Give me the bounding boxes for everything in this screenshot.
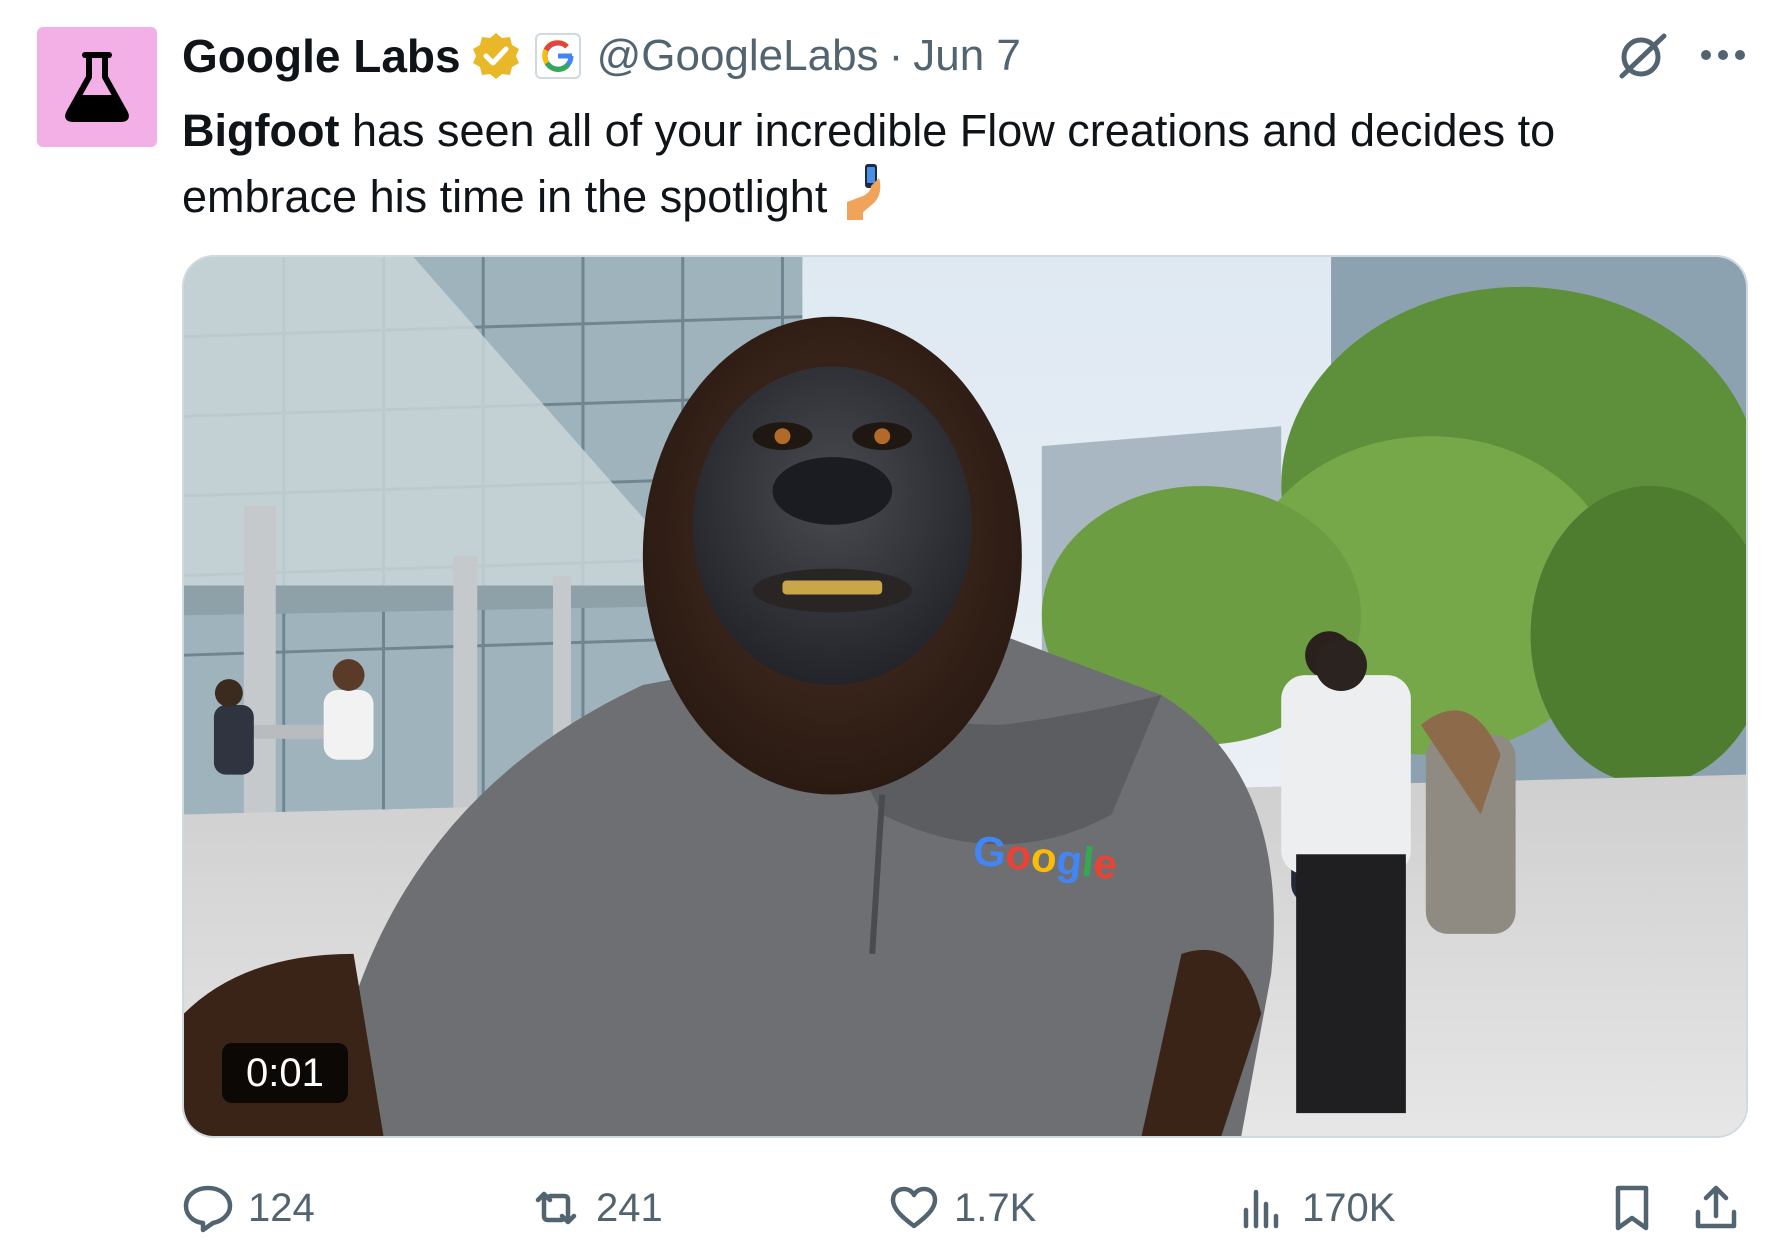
- like-count: 1.7K: [954, 1185, 1037, 1230]
- reply-icon: [183, 1185, 233, 1233]
- avatar[interactable]: [37, 27, 157, 147]
- tweet-text: Bigfoot has seen all of your incredible …: [182, 100, 1722, 228]
- google-g-icon[interactable]: [534, 33, 581, 79]
- tweet-text-rest: has seen all of your incredible Flow cre…: [339, 105, 1556, 156]
- tweet-text-line-2-text: embrace his time in the spotlight: [182, 171, 828, 222]
- tweet-date[interactable]: Jun 7: [913, 31, 1021, 81]
- share-button[interactable]: [1690, 1180, 1742, 1236]
- video-frame: Google: [184, 257, 1746, 1136]
- like-button[interactable]: 1.7K: [888, 1180, 1036, 1236]
- repost-icon: [535, 1191, 577, 1225]
- share-icon: [1695, 1185, 1737, 1229]
- author-handle[interactable]: @GoogleLabs: [597, 31, 879, 81]
- views-count: 170K: [1302, 1185, 1396, 1230]
- tweet-text-bold: Bigfoot: [182, 105, 340, 156]
- tweet-text-line-1: Bigfoot has seen all of your incredible …: [182, 100, 1722, 162]
- repost-count: 241: [596, 1185, 663, 1230]
- bookmark-icon: [1615, 1185, 1649, 1231]
- tweet-header: Google Labs @GoogleLabs · Jun 7: [182, 26, 1021, 86]
- action-bar: 124 241 1.7K 170K: [182, 1180, 1748, 1236]
- repost-button[interactable]: 241: [530, 1180, 663, 1236]
- bookmark-button[interactable]: [1606, 1180, 1658, 1236]
- author-name[interactable]: Google Labs: [182, 29, 461, 83]
- views-icon: [1243, 1189, 1279, 1229]
- video-player[interactable]: Google 0:01: [182, 255, 1748, 1138]
- reply-button[interactable]: 124: [182, 1180, 315, 1236]
- selfie-emoji: [841, 162, 889, 220]
- more-icon[interactable]: [1698, 30, 1748, 80]
- views-button[interactable]: 170K: [1236, 1180, 1395, 1236]
- reply-count: 124: [248, 1185, 315, 1230]
- verified-badge-icon[interactable]: [471, 31, 521, 81]
- flask-icon: [65, 52, 129, 122]
- tweet-text-line-2: embrace his time in the spotlight: [182, 162, 1722, 228]
- heart-icon: [890, 1186, 938, 1229]
- separator-dot: ·: [888, 31, 904, 80]
- grok-icon[interactable]: [1614, 28, 1670, 84]
- video-timestamp: 0:01: [222, 1043, 348, 1103]
